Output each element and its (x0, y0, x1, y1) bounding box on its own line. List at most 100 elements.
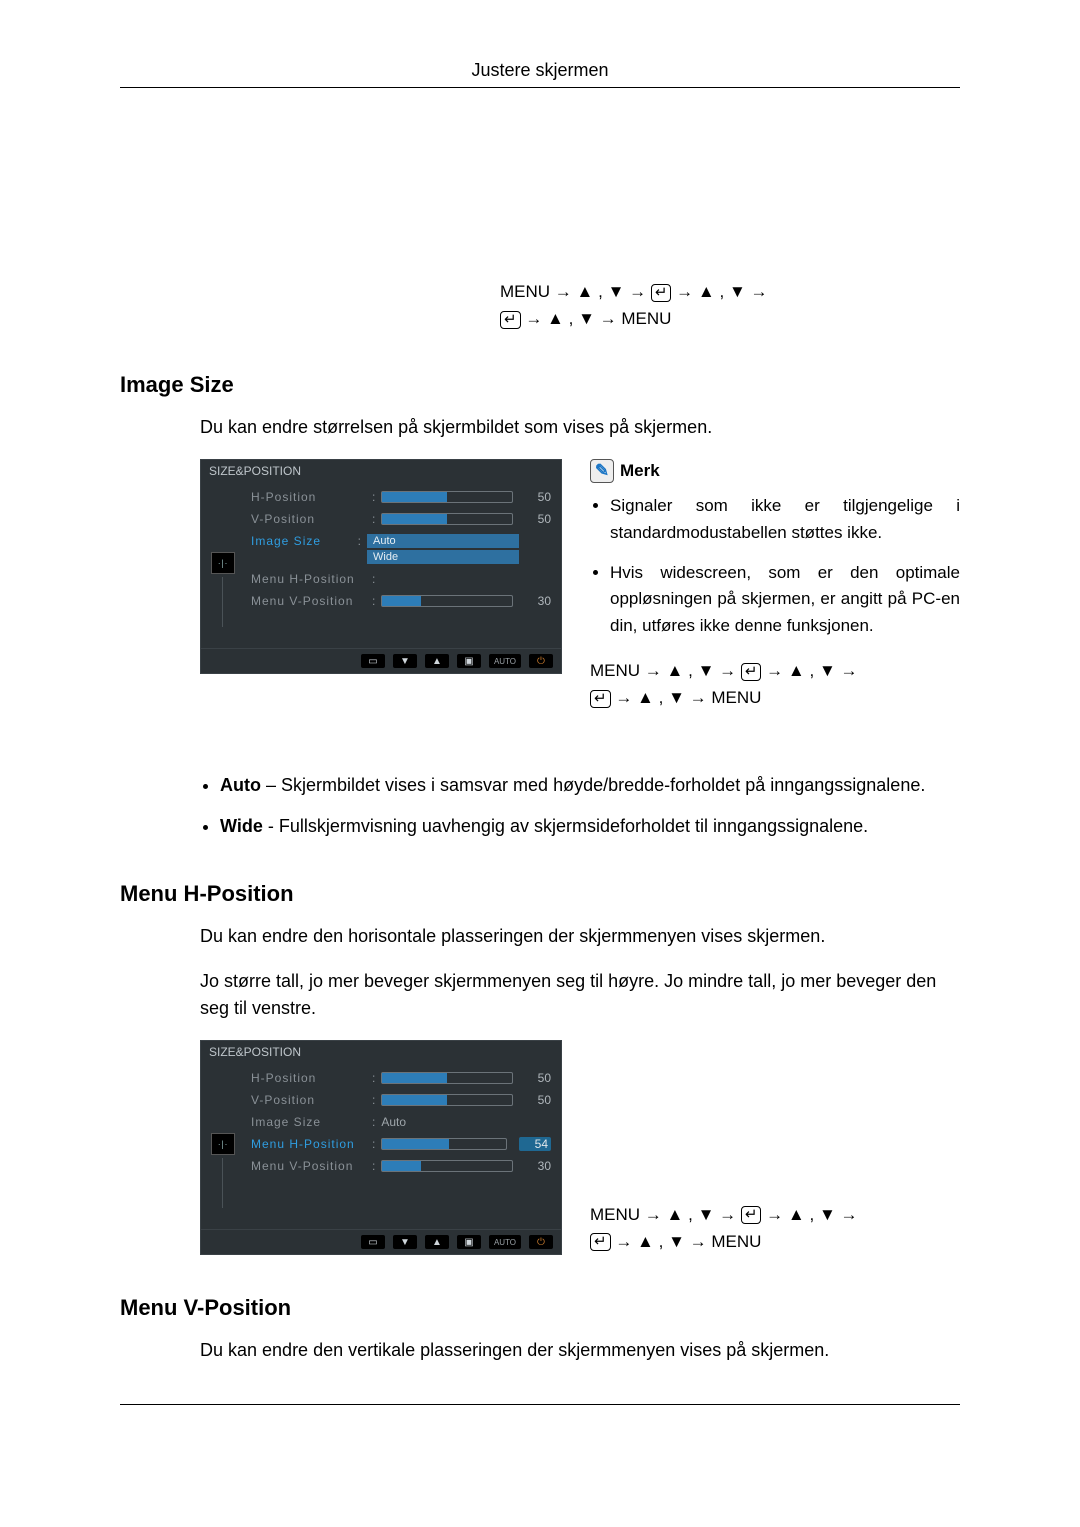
comma-text: , (598, 282, 603, 301)
osd-row-menu-v: Menu V-Position : 30 (251, 590, 551, 612)
nav-sequence: MENU → ▲ , ▼ → ↵ → ▲ , ▼ → ↵ → ▲ , ▼ → M… (500, 278, 960, 332)
comma-text: , (659, 1232, 664, 1251)
page-footer-rule (120, 1404, 960, 1407)
osd-footer: ▭ ▼ ▲ ▣ AUTO ⏻ (201, 1229, 561, 1254)
osd-btn-source-icon: ▣ (457, 654, 481, 668)
document-page: Justere skjermen MENU → ▲ , ▼ → ↵ → ▲ , … (0, 0, 1080, 1527)
up-icon: ▲ (637, 1232, 654, 1251)
arrow-icon: → (600, 309, 617, 328)
note-item: Hvis widescreen, som er den optimale opp… (610, 560, 960, 639)
page-title: Justere skjermen (120, 60, 960, 88)
down-icon: ▼ (578, 309, 595, 328)
osd-btn-auto: AUTO (489, 1235, 521, 1249)
enter-icon: ↵ (590, 690, 611, 708)
osd-label: Image Size (251, 1115, 366, 1129)
osd-label-highlight: Image Size (251, 534, 352, 548)
menu-text: MENU (500, 282, 550, 301)
note-heading: ✎ Merk (590, 459, 960, 483)
down-icon: ▼ (668, 1232, 685, 1251)
osd-title: SIZE&POSITION (201, 460, 561, 482)
menu-h-two-col: SIZE&POSITION ∙|∙ H-Position : 50 V-Posi… (200, 1040, 960, 1255)
size-position-icon: ∙|∙ (211, 552, 235, 574)
osd-row-menu-h: Menu H-Position : 54 (251, 1133, 551, 1155)
up-icon: ▲ (667, 661, 684, 680)
colon: : (372, 1071, 375, 1085)
image-size-two-col: SIZE&POSITION ∙|∙ H-Position : 50 V-Posi… (200, 459, 960, 751)
down-icon: ▼ (668, 688, 685, 707)
osd-row-v-position: V-Position : 50 (251, 1089, 551, 1111)
down-icon: ▼ (729, 282, 746, 301)
note-label: Merk (620, 461, 660, 481)
osd-image-size: SIZE&POSITION ∙|∙ H-Position : 50 V-Posi… (200, 459, 562, 674)
size-position-icon: ∙|∙ (211, 1133, 235, 1155)
down-icon: ▼ (608, 282, 625, 301)
comma-text: , (569, 309, 574, 328)
colon: : (372, 1159, 375, 1173)
osd-dropdown: Auto Wide (367, 534, 519, 564)
osd-menu-h: SIZE&POSITION ∙|∙ H-Position : 50 V-Posi… (200, 1040, 562, 1255)
osd-label: H-Position (251, 1071, 366, 1085)
arrow-icon: → (719, 661, 736, 680)
colon: : (372, 572, 375, 586)
osd-value: 50 (525, 1093, 551, 1107)
arrow-icon: → (841, 1205, 858, 1224)
up-icon: ▲ (577, 282, 594, 301)
osd-label: Menu V-Position (251, 1159, 366, 1173)
osd-btn-up-icon: ▲ (425, 654, 449, 668)
osd-row-h-position: H-Position : 50 (251, 486, 551, 508)
osd-value: 50 (525, 490, 551, 504)
osd-option-wide: Wide (367, 550, 519, 564)
colon: : (372, 490, 375, 504)
menu-text: MENU (621, 309, 671, 328)
menu-text: MENU (590, 1205, 640, 1224)
osd-label: H-Position (251, 490, 366, 504)
up-icon: ▲ (667, 1205, 684, 1224)
arrow-icon: → (676, 282, 693, 301)
mode-name: Auto (220, 775, 261, 795)
osd-slider (381, 491, 513, 503)
up-icon: ▲ (698, 282, 715, 301)
up-icon: ▲ (788, 1205, 805, 1224)
arrow-icon: → (690, 1232, 707, 1251)
arrow-icon: → (719, 1205, 736, 1224)
osd-footer: ▭ ▼ ▲ ▣ AUTO ⏻ (201, 648, 561, 673)
osd-row-menu-v: Menu V-Position : 30 (251, 1155, 551, 1177)
osd-btn-menu-icon: ▭ (361, 1235, 385, 1249)
osd-btn-menu-icon: ▭ (361, 654, 385, 668)
osd-btn-power-icon: ⏻ (529, 1235, 553, 1249)
mode-desc: – Skjermbildet vises i samsvar med høyde… (261, 775, 925, 795)
nav-sequence: MENU → ▲ , ▼ → ↵ → ▲ , ▼ → ↵ → ▲ , ▼ → M… (590, 657, 960, 711)
osd-slider (381, 1072, 513, 1084)
down-icon: ▼ (819, 1205, 836, 1224)
arrow-icon: → (766, 661, 783, 680)
osd-value: 50 (525, 512, 551, 526)
osd-option-auto: Auto (367, 534, 519, 548)
osd-label: Menu V-Position (251, 594, 366, 608)
comma-text: , (809, 661, 814, 680)
osd-title: SIZE&POSITION (201, 1041, 561, 1063)
osd-value-highlight: 54 (519, 1137, 551, 1151)
osd-label: V-Position (251, 1093, 366, 1107)
menu-text: MENU (711, 688, 761, 707)
osd-label: Menu H-Position (251, 572, 366, 586)
enter-icon: ↵ (651, 284, 672, 302)
osd-btn-power-icon: ⏻ (529, 654, 553, 668)
section-heading-menu-v: Menu V-Position (120, 1295, 960, 1321)
mode-name: Wide (220, 816, 263, 836)
osd-body: ∙|∙ H-Position : 50 V-Position : 50 Imag… (201, 1063, 561, 1229)
enter-icon: ↵ (741, 663, 762, 681)
down-icon: ▼ (698, 1205, 715, 1224)
mode-item-auto: Auto – Skjermbildet vises i samsvar med … (220, 771, 960, 800)
menu-h-intro1: Du kan endre den horisontale plasseringe… (200, 923, 960, 950)
arrow-icon: → (645, 1205, 662, 1224)
osd-slider (381, 1160, 513, 1172)
osd-btn-source-icon: ▣ (457, 1235, 481, 1249)
arrow-icon: → (615, 688, 632, 707)
section-heading-image-size: Image Size (120, 372, 960, 398)
note-list: Signaler som ikke er tilgjengelige i sta… (590, 493, 960, 639)
mode-item-wide: Wide - Fullskjermvisning uavhengig av sk… (220, 812, 960, 841)
comma-text: , (688, 661, 693, 680)
osd-row-h-position: H-Position : 50 (251, 1067, 551, 1089)
osd-row-image-size: Image Size : Auto (251, 1111, 551, 1133)
menu-h-intro2: Jo større tall, jo mer beveger skjermmen… (200, 968, 960, 1022)
